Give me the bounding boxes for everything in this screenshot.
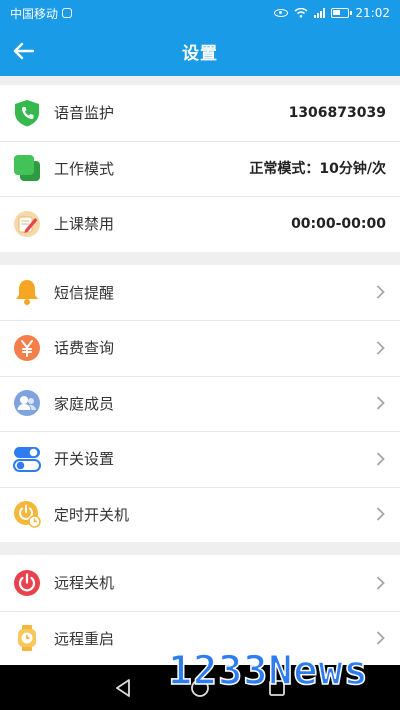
- work-mode-icon: [13, 154, 41, 182]
- timer-power-icon: [13, 500, 41, 528]
- class-disable-row[interactable]: 上课禁用 00:00-00:00: [0, 196, 400, 252]
- toggle-icon: [13, 445, 41, 473]
- chevron-right-icon: [374, 631, 386, 645]
- remote-restart-row[interactable]: 远程重启: [0, 610, 400, 667]
- carrier-label: 中国移动: [10, 6, 59, 21]
- sms-reminder-label: 短信提醒: [54, 283, 115, 302]
- chevron-right-icon: [374, 507, 386, 521]
- chevron-right-icon: [374, 452, 386, 466]
- circle-home-icon: [191, 678, 209, 697]
- power-icon: [13, 569, 41, 597]
- chevron-right-icon: [374, 576, 386, 590]
- arrow-left-icon: [13, 42, 34, 60]
- bell-icon: [13, 278, 41, 306]
- yen-icon: [13, 334, 41, 362]
- features-group: 短信提醒 话费查询 家庭成员 开关设置 定时开关机: [0, 264, 400, 543]
- notification-icon: [62, 8, 73, 18]
- signal-icon: [314, 8, 326, 18]
- chevron-right-icon: [374, 285, 386, 299]
- square-recents-icon: [268, 679, 285, 696]
- wifi-icon: [294, 8, 308, 18]
- eye-icon: [274, 9, 289, 17]
- voice-monitor-label: 语音监护: [54, 104, 115, 123]
- status-bar: 中国移动 21:02: [0, 0, 400, 26]
- family-members-label: 家庭成员: [54, 394, 115, 413]
- chevron-right-icon: [374, 396, 386, 410]
- voice-monitor-row[interactable]: 语音监护 1306873039: [0, 85, 400, 141]
- remote-restart-label: 远程重启: [54, 629, 115, 648]
- nav-home-button[interactable]: [189, 677, 211, 699]
- work-mode-row[interactable]: 工作模式 正常模式：10分钟/次: [0, 140, 400, 197]
- bill-query-label: 话费查询: [54, 339, 115, 358]
- voice-monitor-value: 1306873039: [288, 104, 386, 121]
- remote-shutdown-row[interactable]: 远程关机: [0, 555, 400, 611]
- device-info-group: 语音监护 1306873039 工作模式 正常模式：10分钟/次 上课禁用 00…: [0, 85, 400, 252]
- remote-shutdown-label: 远程关机: [54, 574, 115, 593]
- work-mode-value: 正常模式：10分钟/次: [249, 161, 386, 178]
- work-mode-label: 工作模式: [54, 159, 115, 178]
- remote-control-group: 远程关机 远程重启: [0, 555, 400, 666]
- restart-icon: [13, 624, 41, 652]
- family-icon: [13, 389, 41, 417]
- class-disable-label: 上课禁用: [54, 215, 115, 234]
- class-disable-value: 00:00-00:00: [291, 215, 386, 232]
- nav-back-button[interactable]: [112, 677, 134, 699]
- battery-icon: [331, 8, 353, 18]
- back-button[interactable]: [10, 38, 36, 64]
- app-bar: 设置: [0, 26, 400, 76]
- class-disable-icon: [13, 210, 41, 238]
- bill-query-row[interactable]: 话费查询: [0, 320, 400, 376]
- triangle-back-icon: [116, 678, 131, 697]
- timed-power-row[interactable]: 定时开关机: [0, 486, 400, 543]
- clock-time: 21:02: [355, 6, 390, 20]
- system-nav-bar: [0, 665, 400, 710]
- timed-power-label: 定时开关机: [54, 505, 130, 524]
- chevron-right-icon: [374, 341, 386, 355]
- page-title: 设置: [182, 43, 218, 64]
- settings-list: 语音监护 1306873039 工作模式 正常模式：10分钟/次 上课禁用 00…: [0, 76, 400, 666]
- sms-reminder-row[interactable]: 短信提醒: [0, 265, 400, 321]
- switch-settings-label: 开关设置: [54, 450, 115, 469]
- phone-shield-icon: [13, 99, 41, 127]
- family-members-row[interactable]: 家庭成员: [0, 375, 400, 432]
- nav-recents-button[interactable]: [266, 677, 288, 699]
- switch-settings-row[interactable]: 开关设置: [0, 431, 400, 487]
